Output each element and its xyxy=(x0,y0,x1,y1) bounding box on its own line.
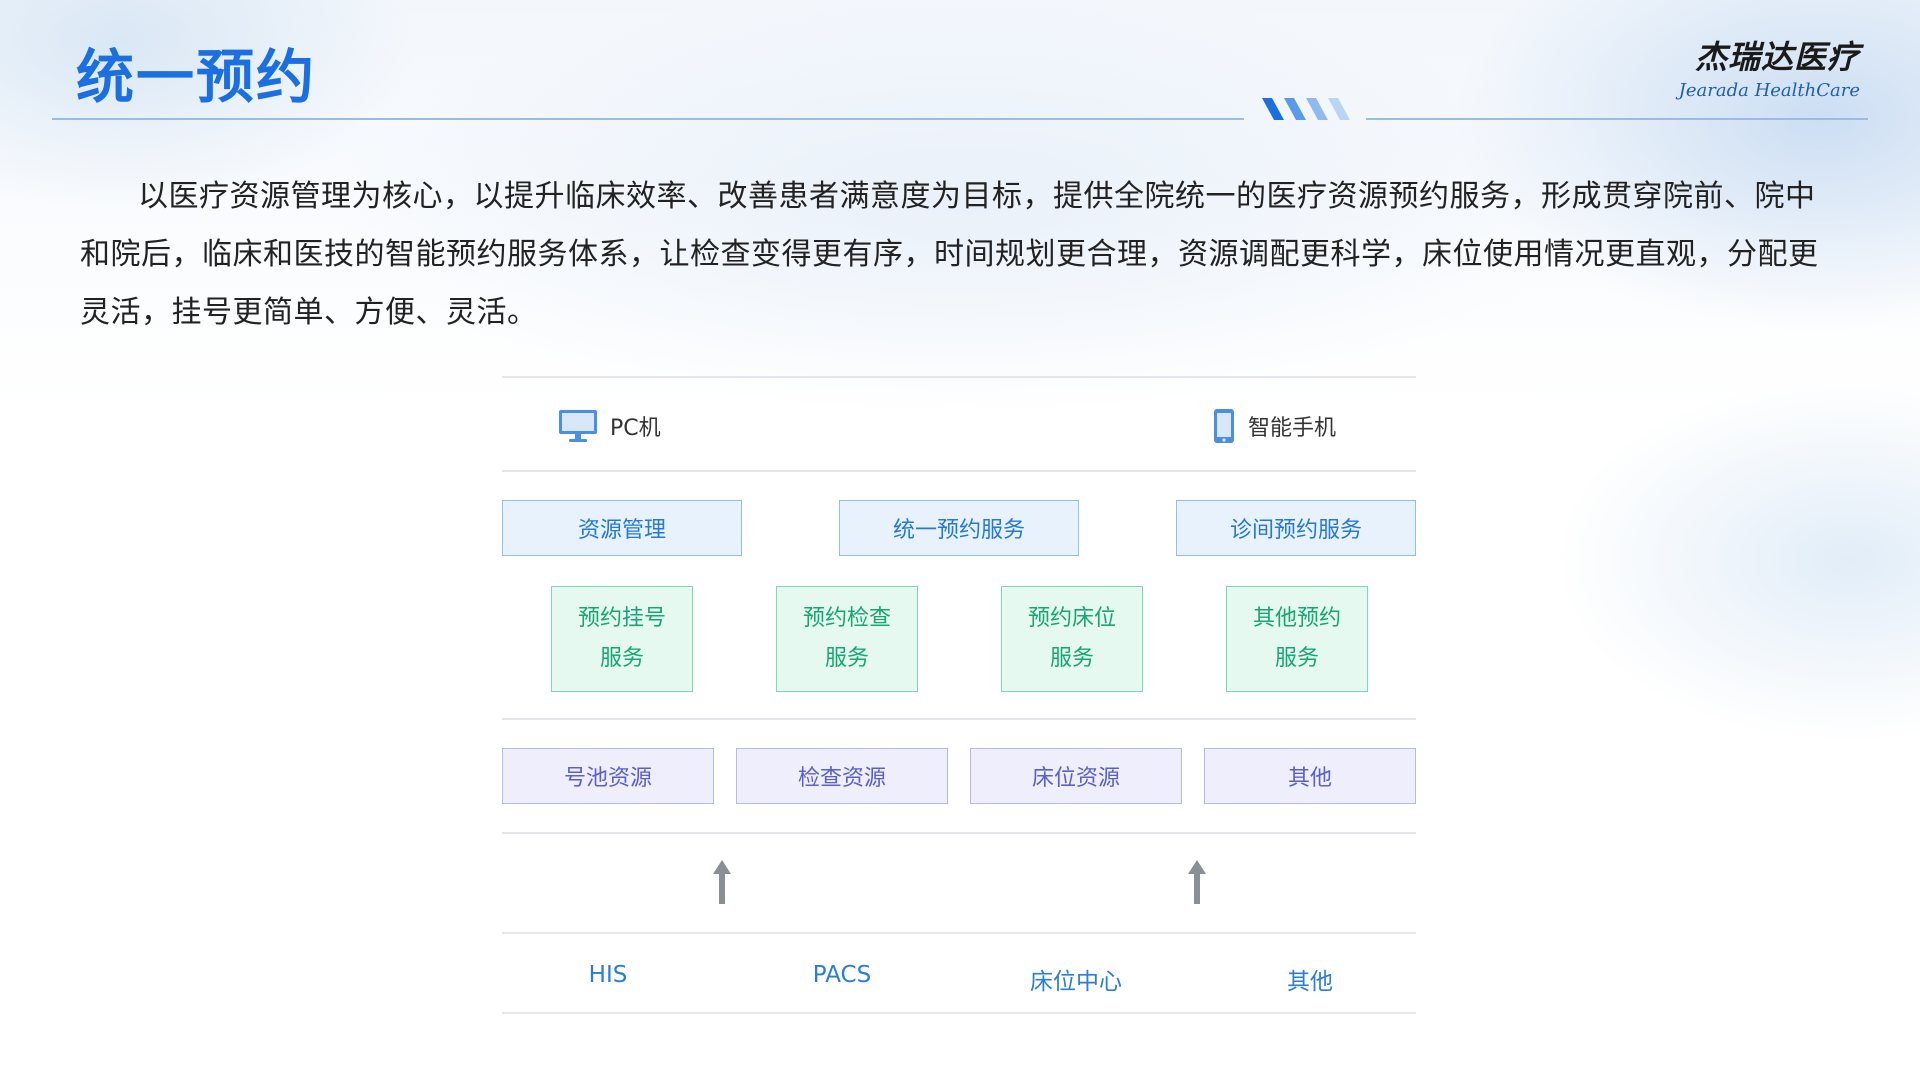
resource-bed: 床位资源 xyxy=(970,748,1182,804)
arrow-up-icon xyxy=(713,860,731,904)
source-bed-center: 床位中心 xyxy=(1030,969,1122,995)
decorative-stripes xyxy=(1262,98,1350,120)
resource-other: 其他 xyxy=(1204,748,1416,804)
header-divider-left xyxy=(52,118,1244,120)
logo-chinese-name: 杰瑞达医疗 xyxy=(1694,38,1860,76)
device-smartphone: 智能手机 xyxy=(1212,408,1336,444)
monitor-icon xyxy=(559,410,597,442)
source-other: 其他 xyxy=(1287,969,1333,995)
subservice-bed: 预约床位服务 xyxy=(1001,586,1143,692)
arrow-up-icon xyxy=(1188,860,1206,904)
subservice-registration: 预约挂号服务 xyxy=(551,586,693,692)
company-logo: 杰瑞达医疗 Jearada HealthCare xyxy=(1679,32,1860,101)
divider-line xyxy=(502,376,1416,378)
service-unified-appointment: 统一预约服务 xyxy=(839,500,1079,556)
source-his: HIS xyxy=(588,962,628,988)
service-clinic-appointment: 诊间预约服务 xyxy=(1176,500,1416,556)
page-title: 统一预约 xyxy=(76,43,317,111)
smartphone-icon xyxy=(1214,409,1234,443)
divider-line xyxy=(502,932,1416,934)
service-resource-management: 资源管理 xyxy=(502,500,742,556)
divider-line xyxy=(502,1012,1416,1014)
subservice-examination: 预约检查服务 xyxy=(776,586,918,692)
source-pacs: PACS xyxy=(812,962,872,988)
resource-number-pool: 号池资源 xyxy=(502,748,714,804)
device-pc: PC机 xyxy=(558,408,661,444)
resource-examination: 检查资源 xyxy=(736,748,948,804)
divider-line xyxy=(502,832,1416,834)
logo-english-name: Jearada HealthCare xyxy=(1678,80,1860,101)
subservice-other: 其他预约服务 xyxy=(1226,586,1368,692)
intro-paragraph: 以医疗资源管理为核心，以提升临床效率、改善患者满意度为目标，提供全院统一的医疗资… xyxy=(80,179,1819,330)
header-divider-right xyxy=(1366,118,1868,120)
appointment-architecture-diagram: PC机 智能手机 资源管理 统一预约服务 诊间预约服务 预约挂号服务 预约检查服… xyxy=(502,376,1416,1016)
device-label-smartphone: 智能手机 xyxy=(1248,416,1337,441)
divider-line xyxy=(502,470,1416,472)
device-label-pc: PC机 xyxy=(610,416,661,441)
divider-line xyxy=(502,718,1416,720)
